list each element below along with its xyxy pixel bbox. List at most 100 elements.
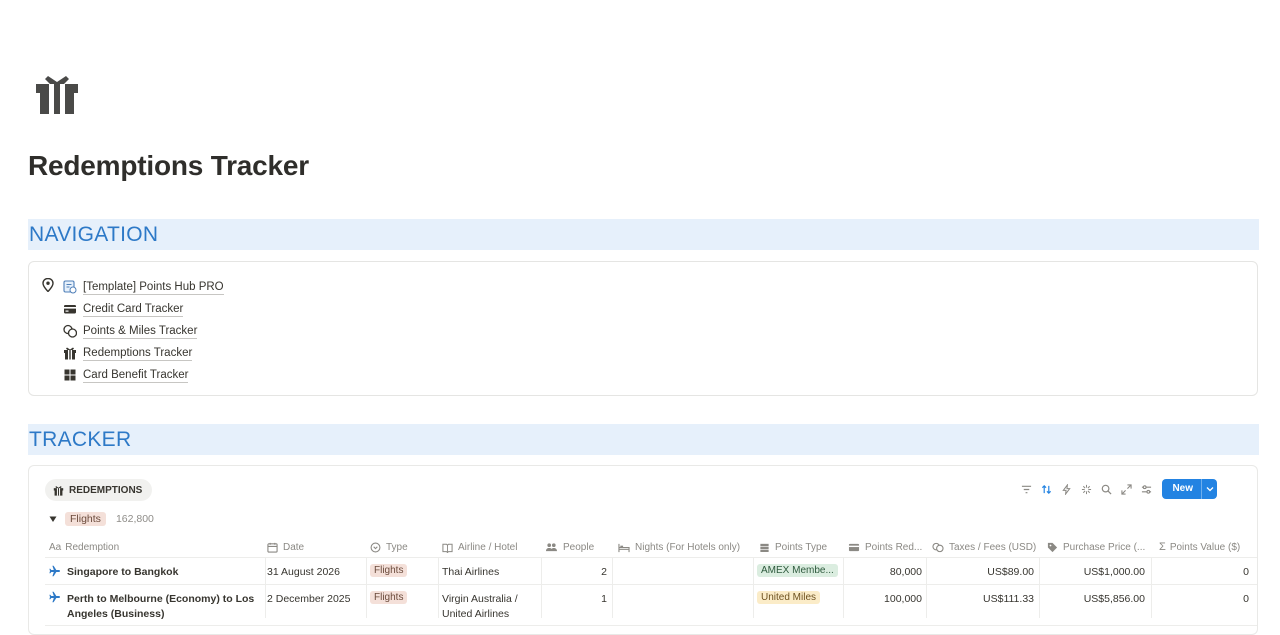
select-icon (370, 542, 381, 552)
group-header-flights[interactable]: Flights 162,800 (49, 512, 154, 526)
text-icon: Aa (49, 541, 62, 553)
cell-airline-hotel[interactable]: Virgin Australia / United Airlines (442, 586, 542, 622)
tracker-heading: TRACKER (28, 424, 1259, 455)
nav-link-points-hub[interactable]: [Template] Points Hub PRO (63, 276, 224, 298)
search-icon[interactable] (1096, 479, 1116, 499)
nav-link-credit-card-tracker[interactable]: Credit Card Tracker (63, 298, 224, 320)
nav-link-label: Card Benefit Tracker (83, 368, 189, 383)
credit-card-icon (63, 302, 77, 316)
column-header-points-type[interactable]: Points Type (759, 536, 844, 558)
tag-icon (1047, 542, 1058, 552)
settings-sliders-icon[interactable] (1136, 479, 1156, 499)
chevron-down-icon[interactable] (1201, 479, 1217, 499)
new-button-label: New (1172, 483, 1193, 494)
nav-link-points-miles-tracker[interactable]: Points & Miles Tracker (63, 320, 224, 342)
hub-icon (63, 280, 77, 294)
column-divider (926, 558, 927, 618)
points-type-tag: AMEX Membe... (757, 564, 838, 577)
navigation-heading: NAVIGATION (28, 219, 1259, 250)
caret-down-icon[interactable] (49, 515, 57, 523)
group-count: 162,800 (115, 513, 154, 525)
cell-points-type[interactable]: AMEX Membe... (757, 559, 842, 577)
gift-icon (53, 485, 64, 496)
cell-redemption[interactable]: Singapore to Bangkok (49, 559, 263, 578)
column-divider (366, 558, 367, 618)
column-header-redemption[interactable]: Aa Redemption (49, 536, 263, 558)
type-tag: Flights (370, 564, 408, 577)
people-icon (546, 542, 557, 551)
column-divider (265, 558, 266, 618)
cell-points-type[interactable]: United Miles (757, 586, 842, 604)
column-divider (753, 558, 754, 618)
navigation-callout: [Template] Points Hub PRO Credit Card Tr… (28, 261, 1258, 396)
expand-icon[interactable] (1116, 479, 1136, 499)
column-divider (541, 558, 542, 618)
cell-taxes-fees[interactable]: US$89.00 (932, 559, 1034, 578)
redemptions-database: REDEMPTIONS New Flights 162,800 Aa Redem… (28, 465, 1258, 635)
gift-icon (63, 346, 77, 360)
column-divider (1151, 558, 1152, 618)
cell-nights[interactable] (618, 559, 753, 566)
column-header-taxes-fees[interactable]: Taxes / Fees (USD) (932, 536, 1044, 558)
database-toolbar: New (1016, 479, 1217, 499)
filter-icon[interactable] (1016, 479, 1036, 499)
column-divider (1039, 558, 1040, 618)
map-pin-icon (42, 277, 54, 293)
cell-purchase-price[interactable]: US$5,856.00 (1047, 586, 1145, 605)
view-tab-label: REDEMPTIONS (69, 484, 143, 496)
grid-icon (63, 368, 77, 382)
cell-redemption[interactable]: Perth to Melbourne (Economy) to Los Ange… (49, 586, 263, 622)
bed-icon (618, 543, 630, 552)
cell-type[interactable]: Flights (370, 586, 440, 604)
type-tag: Flights (370, 591, 408, 604)
stack-icon (760, 543, 769, 552)
sigma-icon: Σ (1159, 541, 1166, 553)
column-header-date[interactable]: Date (267, 536, 367, 558)
table-row[interactable]: Singapore to Bangkok 31 August 2026 Flig… (45, 559, 1257, 585)
airplane-icon (49, 591, 60, 603)
column-divider (438, 558, 439, 618)
sort-icon[interactable] (1036, 479, 1056, 499)
book-icon (442, 543, 453, 553)
column-header-points-value[interactable]: Σ Points Value ($) (1159, 536, 1257, 558)
cell-nights[interactable] (618, 586, 753, 593)
column-header-nights[interactable]: Nights (For Hotels only) (618, 536, 753, 558)
nav-link-label: Points & Miles Tracker (83, 324, 198, 339)
nav-link-label: Credit Card Tracker (83, 302, 184, 317)
cell-date[interactable]: 31 August 2026 (267, 559, 367, 578)
view-tab-redemptions[interactable]: REDEMPTIONS (45, 479, 153, 501)
column-header-type[interactable]: Type (370, 536, 440, 558)
nav-link-redemptions-tracker[interactable]: Redemptions Tracker (63, 342, 224, 364)
cell-points-redeemed[interactable]: 80,000 (848, 559, 922, 578)
group-tag: Flights (65, 512, 106, 526)
cell-points-value[interactable]: 0 (1159, 559, 1249, 578)
cell-points-redeemed[interactable]: 100,000 (848, 586, 922, 605)
column-header-purchase-price[interactable]: Purchase Price (... (1047, 536, 1155, 558)
table-header: Aa Redemption Date Type Airline / Hotel … (45, 536, 1257, 558)
cell-airline-hotel[interactable]: Thai Airlines (442, 559, 542, 578)
cell-date[interactable]: 2 December 2025 (267, 586, 367, 605)
ai-sparkle-icon[interactable] (1076, 479, 1096, 499)
card-icon (848, 543, 860, 551)
new-button[interactable]: New (1162, 479, 1217, 499)
cell-purchase-price[interactable]: US$1,000.00 (1047, 559, 1145, 578)
cell-people[interactable]: 2 (545, 559, 607, 578)
coins-icon (932, 542, 944, 552)
nav-link-label: [Template] Points Hub PRO (83, 280, 224, 295)
automation-bolt-icon[interactable] (1056, 479, 1076, 499)
nav-link-card-benefit-tracker[interactable]: Card Benefit Tracker (63, 364, 224, 386)
cell-taxes-fees[interactable]: US$111.33 (932, 586, 1034, 605)
nav-link-label: Redemptions Tracker (83, 346, 193, 361)
column-header-points-redeemed[interactable]: Points Red... (848, 536, 928, 558)
cell-points-value[interactable]: 0 (1159, 586, 1249, 605)
coins-icon (63, 324, 77, 338)
calendar-icon (267, 542, 278, 553)
column-header-people[interactable]: People (545, 536, 613, 558)
cell-type[interactable]: Flights (370, 559, 440, 577)
table-row[interactable]: Perth to Melbourne (Economy) to Los Ange… (45, 586, 1257, 626)
cell-people[interactable]: 1 (545, 586, 607, 605)
gift-icon[interactable] (34, 70, 80, 116)
column-divider (843, 558, 844, 618)
column-header-airline-hotel[interactable]: Airline / Hotel (442, 536, 542, 558)
page-title: Redemptions Tracker (28, 150, 309, 181)
